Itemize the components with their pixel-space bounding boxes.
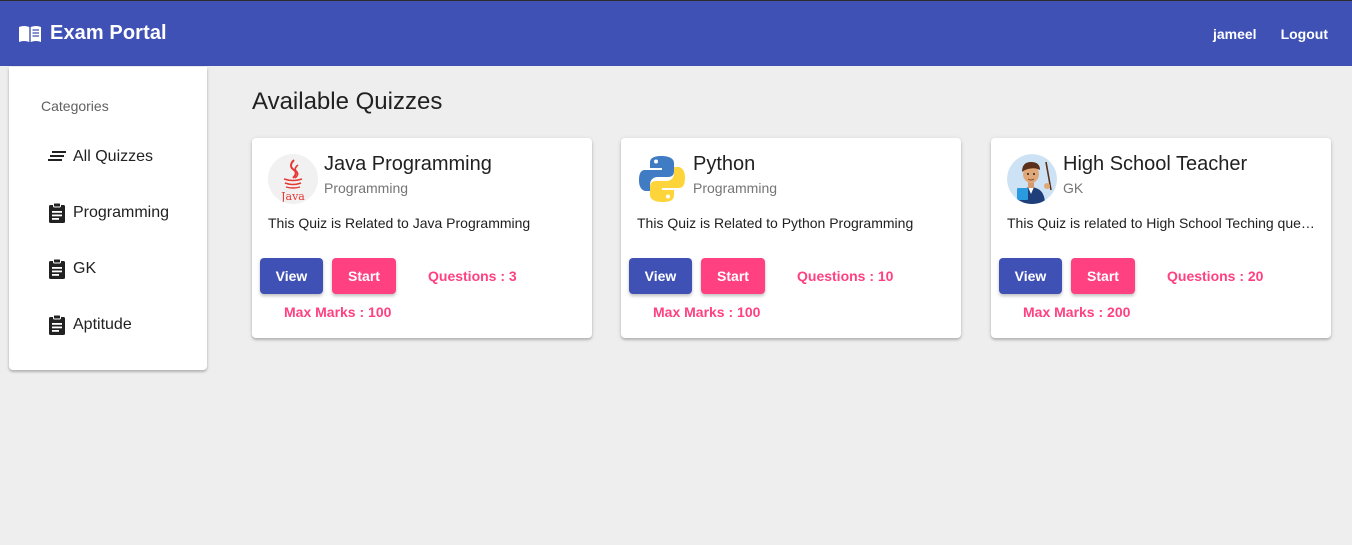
max-marks: Max Marks : 200 (1023, 304, 1131, 320)
username-link[interactable]: jameel (1213, 26, 1257, 42)
categories-header: Categories (41, 98, 109, 114)
quiz-title: Java Programming (324, 153, 492, 175)
python-logo-icon (637, 154, 687, 204)
start-button[interactable]: Start (701, 258, 765, 294)
java-logo-icon: Java (268, 154, 318, 204)
start-button[interactable]: Start (332, 258, 396, 294)
app-title: Exam Portal (50, 22, 167, 44)
sidebar-item-label: GK (73, 260, 97, 277)
max-marks: Max Marks : 100 (653, 304, 761, 320)
sidebar-item-label: Aptitude (73, 316, 132, 333)
quiz-description: This Quiz is Related to Java Programming (268, 215, 531, 231)
clipboard-icon (47, 202, 67, 224)
quiz-title: High School Teacher (1063, 153, 1248, 175)
logout-button[interactable]: Logout (1281, 26, 1328, 42)
categories-sidebar: Categories All Quizzes Programming GK Ap… (9, 67, 207, 370)
sidebar-item-programming[interactable]: Programming (9, 189, 207, 237)
quiz-category: Programming (693, 180, 778, 196)
questions-count: Questions : 20 (1167, 268, 1264, 284)
nav-right: jameel Logout (1189, 26, 1328, 42)
quiz-category: GK (1063, 180, 1084, 196)
view-button[interactable]: View (629, 258, 692, 294)
quiz-title: Python (693, 153, 756, 175)
clipboard-icon (47, 258, 67, 280)
svg-text:Java: Java (280, 190, 305, 203)
menu-book-icon (18, 24, 42, 44)
quiz-card-python: Python Programming This Quiz is Related … (621, 138, 961, 338)
quiz-category: Programming (324, 180, 409, 196)
clipboard-icon (47, 314, 67, 336)
sidebar-item-label: Programming (73, 204, 170, 221)
sidebar-item-label: All Quizzes (73, 148, 154, 165)
sidebar-item-aptitude[interactable]: Aptitude (9, 301, 207, 349)
quiz-card-high-school-teacher: High School Teacher GK This Quiz is rela… (991, 138, 1331, 338)
quiz-description: This Quiz is Related to Python Programmi… (637, 215, 914, 231)
teacher-avatar-icon (1007, 154, 1057, 204)
sidebar-item-gk[interactable]: GK (9, 245, 207, 293)
start-button[interactable]: Start (1071, 258, 1135, 294)
questions-count: Questions : 3 (428, 268, 517, 284)
top-app-bar: Exam Portal jameel Logout (0, 0, 1352, 66)
page-title: Available Quizzes (252, 88, 443, 115)
sidebar-item-all-quizzes[interactable]: All Quizzes (9, 133, 207, 181)
list-icon (47, 146, 67, 168)
quiz-description: This Quiz is related to High School Tech… (1007, 215, 1315, 231)
max-marks: Max Marks : 100 (284, 304, 392, 320)
view-button[interactable]: View (999, 258, 1062, 294)
questions-count: Questions : 10 (797, 268, 894, 284)
quiz-card-java: Java Java Programming Programming This Q… (252, 138, 592, 338)
brand[interactable]: Exam Portal (18, 22, 167, 45)
view-button[interactable]: View (260, 258, 323, 294)
